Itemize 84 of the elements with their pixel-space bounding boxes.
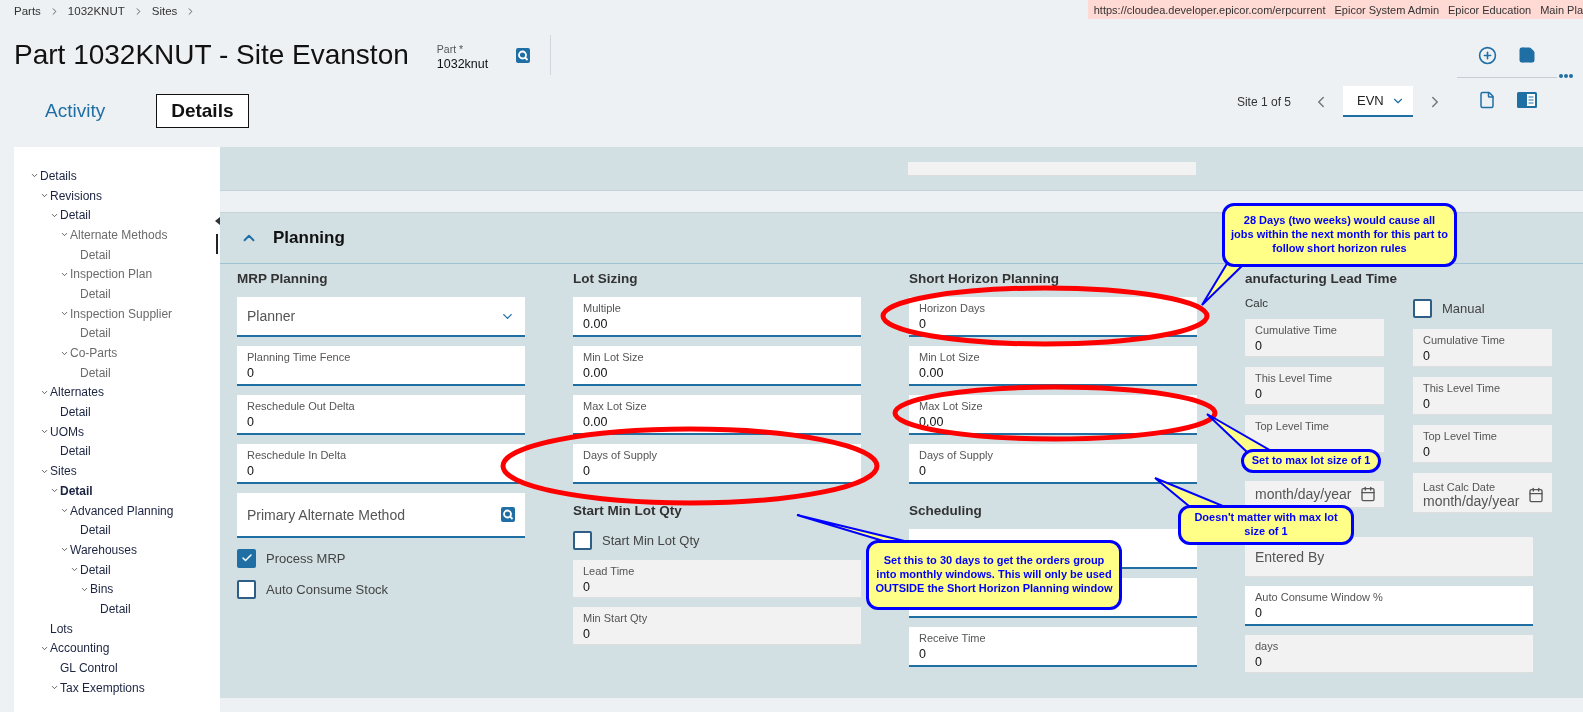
text-field[interactable]: Cumulative Time 0	[1413, 329, 1552, 367]
plus-circle-icon	[1477, 45, 1497, 65]
section-heading: Scheduling	[909, 503, 983, 520]
more-button[interactable]	[1559, 74, 1573, 78]
search-icon[interactable]	[516, 47, 531, 63]
tree-item[interactable]: Tax Exemptions	[60, 680, 145, 695]
text-field[interactable]: Planning Time Fence 0	[237, 346, 525, 386]
checkbox[interactable]: Start Min Lot Qty	[573, 529, 861, 551]
tree-item[interactable]: Accounting	[50, 641, 110, 656]
environment-text: https://cloudea.developer.epicor.com/erpcurrent	[1093, 3, 1326, 16]
section-heading: Start Min Lot Qty	[573, 503, 683, 520]
breadcrumb-link[interactable]: Parts	[14, 5, 41, 17]
more-icon	[1559, 74, 1573, 78]
section-heading: Short Horizon Planning	[909, 271, 1060, 288]
search-icon[interactable]	[501, 507, 515, 522]
tab[interactable]: Details	[156, 94, 249, 128]
tab[interactable]: Activity	[30, 94, 121, 128]
section-heading: anufacturing Lead Time	[1245, 271, 1399, 288]
text-field[interactable]: Max Lot Size 0.00	[573, 395, 861, 435]
field-label: Part *	[436, 43, 465, 55]
text-field[interactable]: Days of Supply 0	[909, 444, 1197, 484]
text-field[interactable]: Min Lot Size 0.00	[909, 346, 1197, 386]
tree-item[interactable]: Detail	[60, 483, 93, 498]
text-field[interactable]: days 0	[1245, 635, 1533, 673]
tree-item[interactable]: Detail	[60, 405, 91, 420]
text-field[interactable]: Horizon Days 0	[909, 297, 1197, 337]
callout-note: Set to max lot size of 1	[1241, 449, 1381, 473]
text-field[interactable]: Days of Supply 0	[573, 444, 861, 484]
text-field[interactable]	[908, 161, 1196, 176]
tree-item[interactable]: Detail	[100, 601, 131, 616]
check-icon	[240, 552, 253, 564]
environment-text: Epicor System Admin	[1334, 3, 1440, 16]
checkbox[interactable]: Manual	[1413, 297, 1552, 319]
side-panel-icon	[1517, 92, 1537, 108]
select-field[interactable]: Planner	[237, 297, 525, 337]
text-field[interactable]: Min Lot Size 0.00	[573, 346, 861, 386]
environment-text: Main Pla	[1540, 3, 1583, 16]
tree-item[interactable]: Detail	[80, 562, 111, 577]
breadcrumb-link[interactable]: 1032KNUT	[67, 5, 125, 17]
text-field[interactable]: This Level Time 0	[1413, 377, 1552, 415]
text-field[interactable]: Top Level Time 0	[1413, 425, 1552, 463]
tree-item[interactable]: Alternates	[50, 385, 105, 400]
document-icon	[1478, 91, 1496, 109]
callout-note: 28 Days (two weeks) would cause all jobs within the next month for this part to follow short horizon rules	[1222, 203, 1457, 267]
site-select[interactable]: EVN	[1343, 86, 1413, 117]
text-field[interactable]: Min Start Qty 0	[573, 607, 861, 645]
tree-item[interactable]: Lots	[50, 621, 73, 636]
section-title: Planning	[273, 228, 345, 248]
text-field[interactable]: Reschedule Out Delta 0	[237, 395, 525, 435]
lookup-field[interactable]: Primary Alternate Method	[237, 493, 525, 538]
record-position: Site 1 of 5	[1236, 94, 1291, 109]
tree-item[interactable]: Revisions	[50, 188, 103, 203]
section-heading: MRP Planning	[237, 271, 329, 288]
date-field[interactable]: Last Calc Date month/day/year	[1413, 473, 1552, 513]
calendar-icon[interactable]	[1528, 487, 1544, 503]
text-field[interactable]: Receive Time 0	[909, 627, 1197, 667]
tree-item[interactable]: Advanced Planning	[70, 503, 174, 518]
page-title: Part 1032KNUT - Site Evanston	[14, 39, 409, 71]
calendar-icon[interactable]	[1360, 486, 1376, 502]
text-field[interactable]: Auto Consume Window % 0	[1245, 586, 1533, 626]
text-field[interactable]: Lead Time 0	[573, 560, 861, 598]
text-field[interactable]: Cumulative Time 0	[1245, 319, 1384, 357]
text-field[interactable]: Entered By	[1245, 537, 1533, 577]
breadcrumb-link[interactable]: Sites	[151, 5, 178, 17]
tree-item[interactable]: Details	[40, 168, 77, 183]
tree-item[interactable]: Bins	[90, 582, 114, 597]
text-field[interactable]: Reschedule In Delta 0	[237, 444, 525, 484]
text-field[interactable]: Multiple 0.00	[573, 297, 861, 337]
checkbox[interactable]: Process MRP	[237, 547, 525, 569]
tree-item[interactable]: GL Control	[60, 661, 118, 676]
text-field[interactable]: This Level Time 0	[1245, 367, 1384, 405]
environment-text: Epicor Education	[1448, 3, 1532, 16]
tree-item[interactable]: Detail	[80, 523, 111, 538]
tree-item[interactable]: UOMs	[50, 424, 84, 439]
scrollbar-thumb[interactable]	[216, 234, 218, 254]
tree-item[interactable]: Sites	[50, 464, 77, 479]
text-field[interactable]: Max Lot Size 0.00	[909, 395, 1197, 435]
checkbox[interactable]: Auto Consume Stock	[237, 578, 525, 600]
tree-item[interactable]: Detail	[60, 444, 91, 459]
section-heading: Lot Sizing	[573, 271, 639, 288]
field-value: 1032knut	[436, 57, 489, 71]
tree-item[interactable]: Detail	[60, 208, 91, 223]
group-label: Calc	[1245, 297, 1269, 309]
tree-item[interactable]: Warehouses	[70, 542, 137, 557]
